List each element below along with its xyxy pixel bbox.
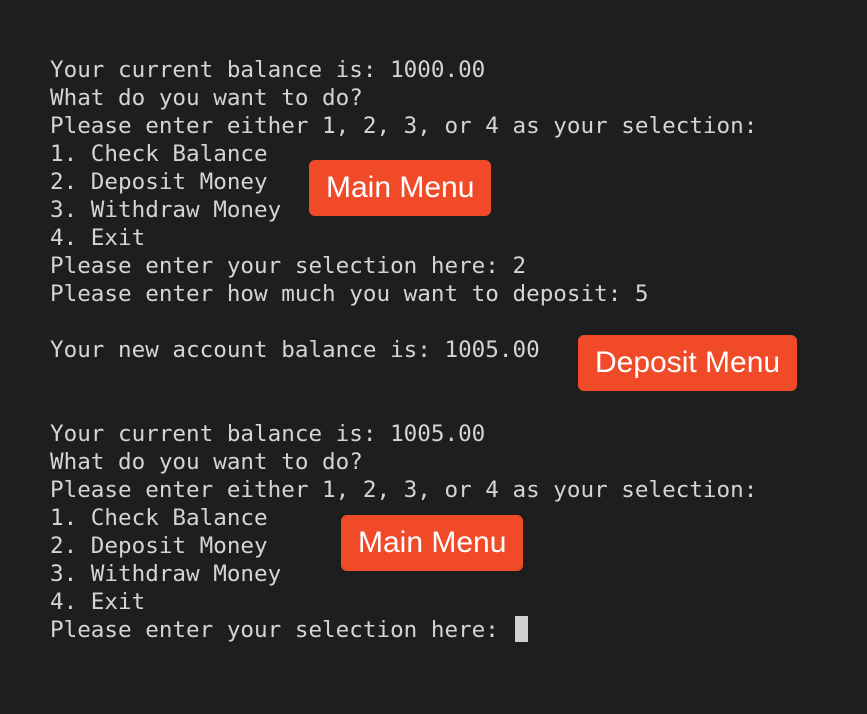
terminal-prompt-line[interactable]: Please enter your selection here: xyxy=(50,616,757,644)
terminal-line: Please enter either 1, 2, 3, or 4 as you… xyxy=(50,477,758,503)
terminal-line: Please enter either 1, 2, 3, or 4 as you… xyxy=(50,113,758,139)
main-menu-label: Main Menu xyxy=(309,160,492,216)
terminal-line: What do you want to do? xyxy=(50,85,363,111)
terminal-window[interactable]: Your current balance is: 1000.00 What do… xyxy=(0,0,867,714)
terminal-line: Your current balance is: 1005.00 xyxy=(50,421,486,447)
prompt-text: Please enter your selection here: xyxy=(50,617,513,643)
text-cursor xyxy=(514,616,528,642)
terminal-line: Please enter how much you want to deposi… xyxy=(50,281,649,307)
main-menu-label: Main Menu xyxy=(341,515,524,571)
terminal-line: Your current balance is: 1000.00 xyxy=(50,57,486,83)
terminal-line: Please enter your selection here: 2 xyxy=(50,253,527,279)
terminal-line: 4. Exit xyxy=(50,225,146,251)
terminal-line: What do you want to do? xyxy=(50,449,363,475)
deposit-menu-label: Deposit Menu xyxy=(578,335,798,391)
terminal-line: 4. Exit xyxy=(50,589,146,615)
